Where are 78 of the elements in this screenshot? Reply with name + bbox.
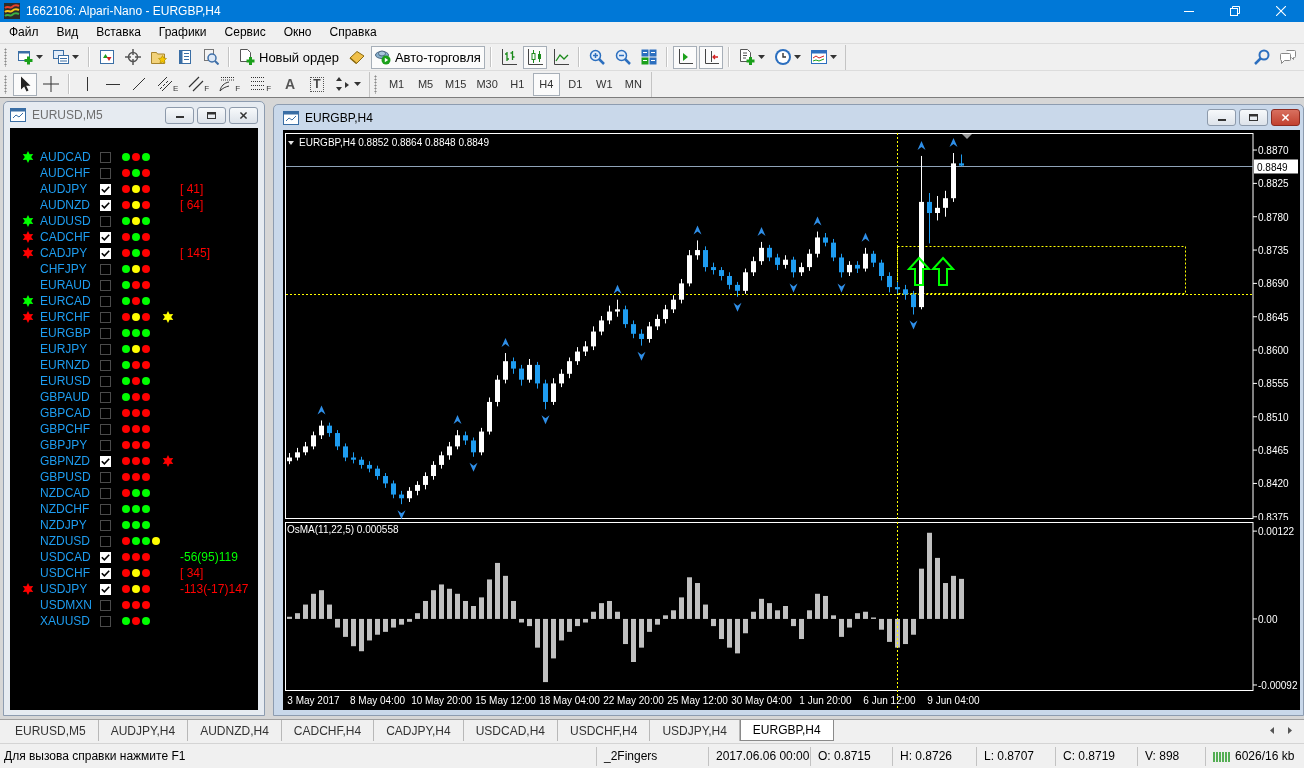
symbol-label: USDCAD — [40, 550, 92, 564]
axis-label: 25 May 12:00 — [667, 695, 728, 706]
axis-label: 0.8780 — [1258, 211, 1289, 223]
symbol-label: CADJPY — [40, 246, 89, 260]
status-text: 6026/16 kb — [1235, 749, 1295, 763]
symbol-label: EURGBP — [40, 326, 92, 340]
axis-label: 0.8870 — [1258, 145, 1289, 157]
signal-text: [ 41] — [180, 182, 204, 196]
symbol-label: GBPNZD — [40, 454, 91, 468]
axis-label: 10 May 20:00 — [411, 695, 472, 706]
symbol-label: GBPCAD — [40, 406, 92, 420]
symbol-label: GBPAUD — [40, 390, 91, 404]
axis-label: -0.00092 — [1258, 679, 1298, 691]
symbol-label: AUDNZD — [40, 198, 91, 212]
status-text: C: 0.8719 — [1063, 749, 1116, 763]
symbol-label: EURCHF — [40, 310, 91, 324]
signal-text: -113(-17)147 — [180, 582, 249, 596]
axis-label: 8 May 04:00 — [350, 695, 405, 706]
axis-label: 0.8420 — [1258, 478, 1289, 490]
symbol-label: GBPJPY — [40, 438, 89, 452]
symbol-label: EURCAD — [40, 294, 92, 308]
axis-label: 0.8690 — [1258, 278, 1289, 290]
symbol-label: EURNZD — [40, 358, 91, 372]
axis-label: 9 Jun 04:00 — [927, 695, 980, 706]
axis-label: 0.8825 — [1258, 178, 1289, 190]
window-title: 1662106: Alpari-Nano - EURGBP,H4 — [26, 4, 221, 18]
axis-label: 0.00 — [1258, 613, 1278, 625]
status-text: 2017.06.06 00:00 — [716, 749, 810, 763]
ref-line-label: 0.8849 — [1257, 161, 1289, 173]
symbol-label: NZDJPY — [40, 518, 88, 532]
symbol-label: USDMXN — [40, 598, 93, 612]
symbol-label: EURAUD — [40, 278, 92, 292]
axis-label: 15 May 12:00 — [475, 695, 536, 706]
symbol-label: AUDJPY — [40, 182, 89, 196]
symbol-label: USDJPY — [40, 582, 89, 596]
axis-label: 3 May 2017 — [287, 695, 340, 706]
axis-label: 0.8600 — [1258, 345, 1289, 357]
symbol-label: USDCHF — [40, 566, 91, 580]
price-label: 0.8849 — [1254, 159, 1298, 174]
axis-label: 6 Jun 12:00 — [863, 695, 916, 706]
signal-text: [ 145] — [180, 246, 211, 260]
symbol-label: NZDCAD — [40, 486, 91, 500]
axis-label: 0.8510 — [1258, 411, 1289, 423]
axis-label: 0.00122 — [1258, 526, 1295, 538]
symbol-label: GBPUSD — [40, 470, 92, 484]
symbol-label: CHFJPY — [40, 262, 88, 276]
chart-title: OsMA(11,22,5) 0.000558 — [287, 524, 399, 535]
symbol-label: NZDCHF — [40, 502, 91, 516]
symbol-label: AUDCHF — [40, 166, 91, 180]
symbol-label: XAUUSD — [40, 614, 91, 628]
axis-label: 0.8465 — [1258, 445, 1289, 457]
axis-label: 1 Jun 20:00 — [799, 695, 852, 706]
status-text: V: 898 — [1145, 749, 1180, 763]
status-text: O: 0.8715 — [818, 749, 871, 763]
axis-label: 0.8735 — [1258, 245, 1289, 257]
window-title: EURGBP,H4 — [305, 110, 373, 125]
status-text: L: 0.8707 — [984, 749, 1035, 763]
status-text: Для вызова справки нажмите F1 — [4, 749, 186, 763]
signal-text: [ 34] — [180, 566, 204, 580]
signal-text: [ 64] — [180, 198, 204, 212]
window-title: EURUSD,M5 — [32, 108, 103, 122]
status-text: _2Fingers — [604, 749, 658, 763]
symbol-label: EURUSD — [40, 374, 92, 388]
axis-label: 18 May 04:00 — [539, 695, 600, 706]
axis-label: 0.8555 — [1258, 378, 1289, 390]
axis-label: 0.8645 — [1258, 311, 1289, 323]
axis-label: 0.8375 — [1258, 511, 1289, 520]
status-text: H: 0.8726 — [900, 749, 953, 763]
symbol-label: NZDUSD — [40, 534, 91, 548]
symbol-label: AUDUSD — [40, 214, 92, 228]
symbol-label: CADCHF — [40, 230, 91, 244]
axis-label: 30 May 04:00 — [731, 695, 792, 706]
signal-text: -56(95)119 — [180, 550, 238, 564]
symbol-label: EURJPY — [40, 342, 89, 356]
chart-title: EURGBP,H4 0.8852 0.8864 0.8848 0.8849 — [299, 137, 489, 148]
symbol-label: AUDCAD — [40, 150, 92, 164]
axis-label: 22 May 20:00 — [603, 695, 664, 706]
symbol-label: GBPCHF — [40, 422, 91, 436]
